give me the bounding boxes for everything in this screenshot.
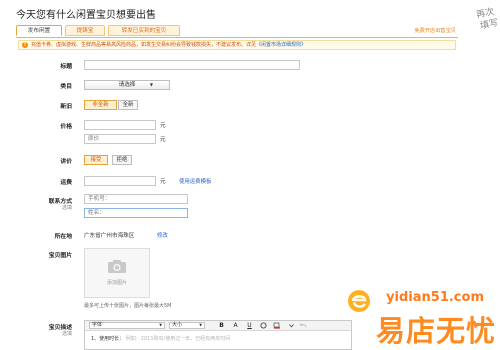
condition-option-used[interactable]: 非全新	[84, 100, 117, 110]
watermark-brand-name: 易店无忧	[375, 314, 496, 348]
warning-icon: !	[22, 42, 28, 48]
shipping-input[interactable]	[84, 176, 156, 186]
category-select[interactable]: 请选择 ▼	[84, 80, 170, 90]
add-photo-label: 添加图片	[106, 280, 127, 286]
name-input[interactable]: 姓名：	[84, 208, 188, 218]
price-unit: 元	[160, 123, 166, 129]
tab-publish-idle[interactable]: 发布闲置	[16, 25, 62, 36]
editor-content: 1、使用时长： 例如：2011购买/使用过一年，已经有两年时间	[91, 335, 230, 342]
yidian-logo-icon	[348, 290, 370, 312]
text-effect-icon[interactable]	[259, 322, 268, 329]
name-placeholder: 姓名：	[88, 210, 105, 216]
font-color-button[interactable]: A	[231, 322, 240, 329]
chevron-down-icon: ▼	[199, 323, 202, 327]
tab-forward-bought[interactable]: 转发已买到的宝贝	[108, 25, 180, 36]
original-price-unit: 元	[160, 137, 166, 143]
original-price-placeholder: 原价	[88, 136, 100, 142]
chevron-down-icon[interactable]	[287, 322, 296, 329]
editor-toolbar: 字体 ▼ 大小 ▼ B A U	[85, 321, 351, 331]
chevron-down-icon: ▼	[159, 323, 162, 327]
condition-option-new[interactable]: 全新	[118, 100, 138, 110]
bargain-option-accept[interactable]: 接受	[84, 155, 108, 165]
text-color-icon[interactable]	[273, 322, 282, 329]
watermark-url: yidian51.com	[386, 290, 484, 305]
price-input[interactable]	[84, 120, 156, 130]
camera-icon	[108, 260, 126, 273]
description-optional-label: 选填	[61, 331, 72, 337]
add-photo-button[interactable]: 添加图片	[84, 248, 150, 298]
chevron-down-icon: ▼	[149, 82, 153, 87]
shipping-unit: 元	[160, 179, 166, 185]
location-edit-link[interactable]: 修改	[157, 231, 168, 239]
contact-optional-label: 选填	[61, 205, 72, 211]
category-label: 类目	[60, 84, 72, 90]
font-size-label: 大小	[172, 322, 183, 328]
photos-label: 宝贝图片	[48, 253, 72, 259]
phone-placeholder: 手机号：	[88, 196, 111, 202]
shipping-label: 运费	[60, 180, 72, 186]
font-size-select[interactable]: 大小 ▼	[169, 322, 205, 329]
category-selected-value: 请选择	[118, 82, 136, 88]
tab-tizhubao[interactable]: 提铸宝	[65, 25, 105, 36]
bargain-option-refuse[interactable]: 拒绝	[112, 155, 132, 165]
shipping-template-link[interactable]: 使用运费模板	[179, 177, 211, 185]
decorative-text-line: 填写	[479, 18, 500, 32]
original-price-input[interactable]: 原价	[84, 134, 156, 144]
description-first-line-hint: 例如：2011购买/使用过一年，已经有两年时间	[125, 336, 231, 342]
title-input[interactable]	[84, 60, 300, 70]
title-label: 标题	[60, 64, 72, 70]
photo-upload-hint: 最多可上传十张图片，图片每张最大5M	[84, 303, 172, 309]
description-first-line: 1、使用时长：	[91, 336, 125, 342]
condition-label: 新旧	[60, 104, 72, 110]
price-label: 价格	[60, 124, 72, 130]
underline-button[interactable]: U	[245, 322, 254, 329]
tab-bar: 发布闲置 提铸宝 转发已买到的宝贝 免费开店出售宝贝	[16, 25, 458, 38]
notice-text: 充值卡券、虚拟游戏、生鲜商品等易高风险商品，如发生交易纠纷会导致钱款损失，不建议…	[31, 42, 257, 48]
bargain-label: 讲价	[60, 159, 72, 165]
location-value: 广东省广州市海珠区	[84, 233, 135, 239]
open-shop-link[interactable]: 免费开店出售宝贝	[414, 27, 456, 34]
undo-icon[interactable]	[299, 322, 308, 329]
font-family-select[interactable]: 字体 ▼	[89, 322, 165, 329]
rules-link[interactable]: 《闲置市场详细规则》	[256, 42, 306, 48]
font-family-label: 字体	[92, 322, 103, 328]
phone-input[interactable]: 手机号：	[84, 194, 188, 204]
page-title: 今天您有什么闲置宝贝想要出售	[16, 10, 156, 21]
bold-button[interactable]: B	[217, 322, 226, 329]
location-label: 所在地	[54, 234, 72, 240]
site-watermark: yidian51.com 易店无忧	[338, 286, 500, 350]
notice-banner: ! 充值卡券、虚拟游戏、生鲜商品等易高风险商品，如发生交易纠纷会导致钱款损失，不…	[18, 40, 456, 50]
description-editor[interactable]: 字体 ▼ 大小 ▼ B A U 1、使用时长： 例如：2011购买/使用过一年，…	[84, 320, 352, 350]
